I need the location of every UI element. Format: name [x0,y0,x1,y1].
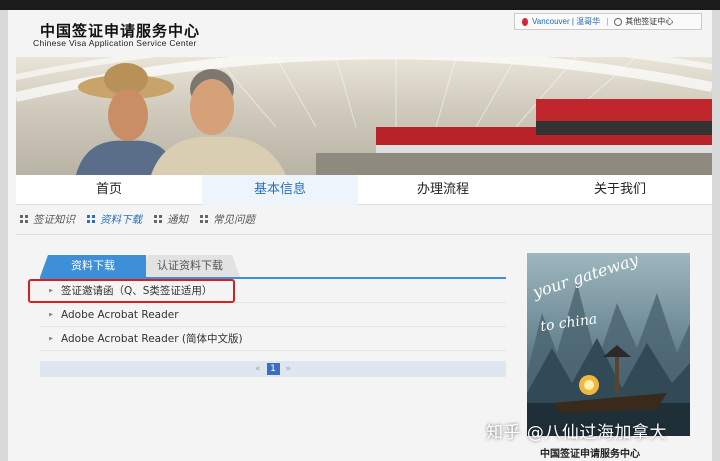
subnav-item-faq[interactable]: 常见问题 [200,212,255,227]
main-nav: 首页 基本信息 办理流程 关于我们 [16,175,712,205]
nav-tab-home[interactable]: 首页 [16,175,202,205]
side-advertisement[interactable]: your gateway to china [527,253,690,436]
watermark: 知乎 @八仙过海加拿大 [486,423,667,443]
hero-banner [16,57,712,175]
ad-footer-logo: 中国签证申请服务中心 [540,449,640,460]
highlight-box [28,279,235,303]
list-item[interactable]: Adobe Acrobat Reader [40,303,506,327]
nav-tab-process[interactable]: 办理流程 [358,175,528,205]
location-pin-icon [522,17,528,26]
bullet-icon [49,336,53,341]
subnav-label: 签证知识 [33,213,75,226]
subnav-label: 通知 [167,213,188,226]
grid-icon [87,215,95,223]
top-bar [0,0,720,10]
grid-icon [20,215,28,223]
bullet-icon [49,312,53,317]
other-centers-link[interactable]: 其他签证中心 [625,16,673,27]
sub-nav: 签证知识 资料下载 通知 常见问题 [20,210,267,228]
pagination: « 1 » [40,361,506,377]
city-selector: Vancouver | 温哥华 | 其他签证中心 [514,13,702,30]
tab-downloads[interactable]: 资料下载 [40,255,146,277]
next-page-button[interactable]: » [286,364,292,374]
globe-icon [614,17,623,26]
download-link[interactable]: Adobe Acrobat Reader (简体中文版) [61,331,243,346]
page-number-current[interactable]: 1 [266,363,280,375]
subnav-label: 资料下载 [100,213,142,226]
list-item[interactable]: Adobe Acrobat Reader (简体中文版) [40,327,506,351]
site-logo-en[interactable]: Chinese Visa Application Service Center [33,38,197,48]
nav-tab-basic-info[interactable]: 基本信息 [202,175,358,205]
subnav-label: 常见问题 [213,213,255,226]
ad-slogan-line1: your gateway [529,253,641,302]
current-city-link[interactable]: Vancouver | 温哥华 [532,16,600,27]
divider: | [606,17,609,26]
subnav-item-notices[interactable]: 通知 [154,212,188,227]
tab-certification-downloads[interactable]: 认证资料下载 [140,255,240,277]
subnav-item-visa-knowledge[interactable]: 签证知识 [20,212,75,227]
subnav-item-downloads[interactable]: 资料下载 [87,212,142,227]
divider [16,234,712,235]
grid-icon [154,215,162,223]
grid-icon [200,215,208,223]
download-link[interactable]: Adobe Acrobat Reader [61,309,179,321]
prev-page-button[interactable]: « [255,364,261,374]
nav-tab-about-us[interactable]: 关于我们 [528,175,712,205]
